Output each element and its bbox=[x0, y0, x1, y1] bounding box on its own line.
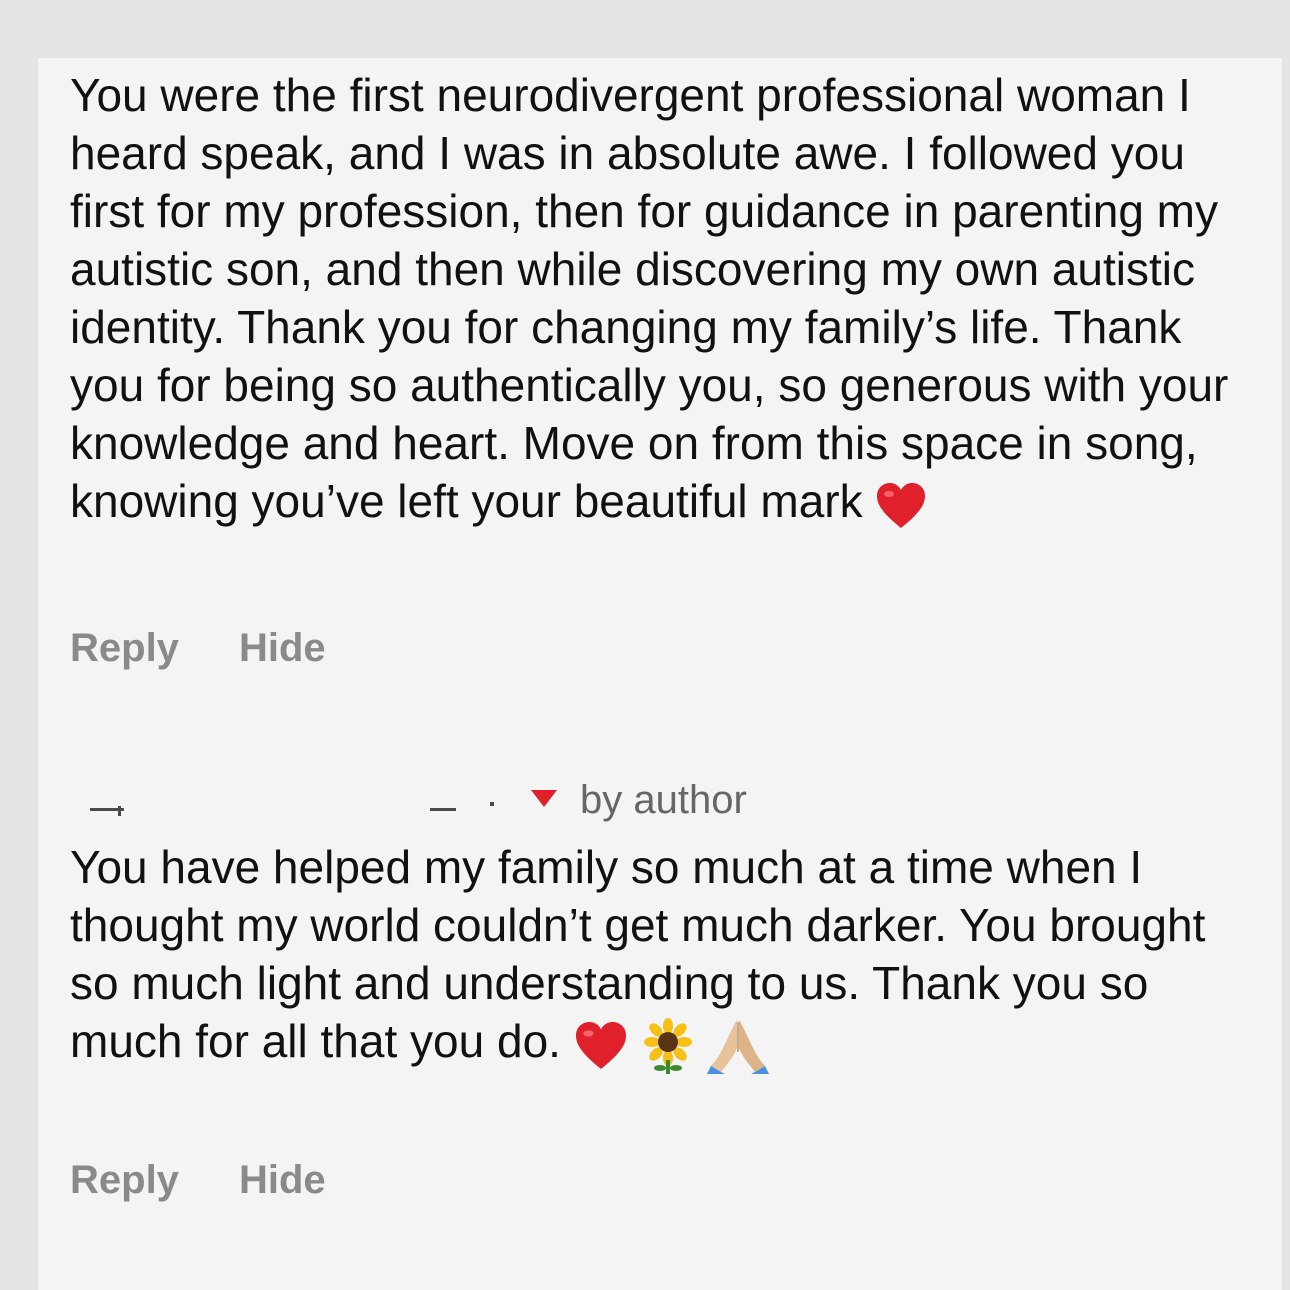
comment-emojis bbox=[875, 480, 941, 543]
comment-actions: Reply Hide bbox=[70, 1158, 326, 1203]
liked-by-author-label: by author bbox=[580, 778, 747, 822]
comment-text: You were the first neurodivergent profes… bbox=[70, 66, 1250, 543]
redacted-mark bbox=[118, 806, 121, 816]
comment-1: You were the first neurodivergent profes… bbox=[70, 66, 1250, 670]
liked-heart-icon bbox=[530, 788, 558, 813]
sunflower-icon bbox=[643, 1018, 693, 1087]
comment-text: You have helped my family so much at a t… bbox=[70, 838, 1250, 1087]
comment-meta-row: by author bbox=[70, 778, 870, 822]
reply-button[interactable]: Reply bbox=[70, 626, 179, 671]
hide-button[interactable]: Hide bbox=[239, 1158, 326, 1203]
comment-2: You have helped my family so much at a t… bbox=[70, 838, 1250, 1202]
separator-dot bbox=[490, 802, 494, 806]
redacted-text bbox=[430, 808, 456, 811]
comment-actions: Reply Hide bbox=[70, 626, 326, 671]
comment-emojis bbox=[573, 1018, 783, 1087]
hide-button[interactable]: Hide bbox=[239, 626, 326, 671]
folded-hands-icon bbox=[706, 1018, 769, 1087]
red-heart-icon bbox=[875, 482, 927, 543]
reply-button[interactable]: Reply bbox=[70, 1158, 179, 1203]
red-heart-icon bbox=[573, 1021, 629, 1084]
comments-panel: You were the first neurodivergent profes… bbox=[38, 58, 1282, 1290]
